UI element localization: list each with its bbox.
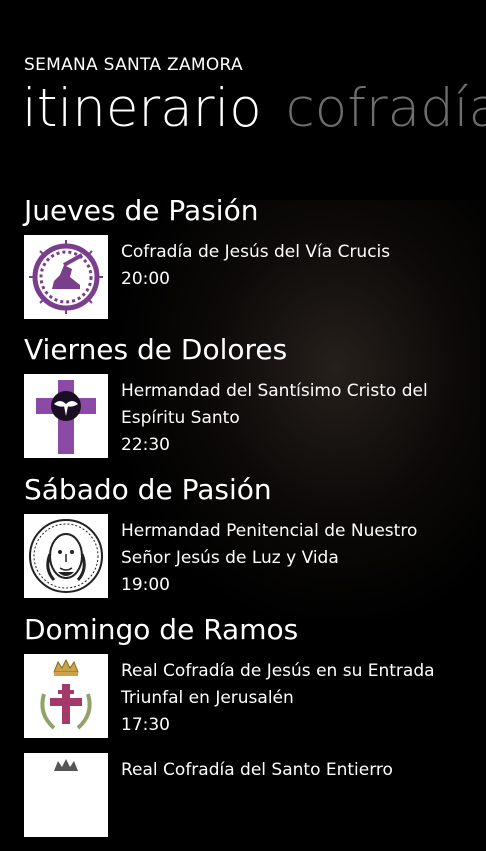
procession-time: 17:30 (121, 715, 170, 735)
cofradia-name: Hermandad del Santísimo Cristo del Espír… (121, 381, 428, 428)
list-item[interactable]: Real Cofradía de Jesús en su Entrada Tri… (24, 654, 486, 739)
itinerary-list: Jueves de Pasión Cofradía de Jesús del V… (24, 188, 486, 851)
christ-face-emblem-icon (24, 514, 108, 598)
cofradia-name: Cofradía de Jesús del Vía Crucis (121, 242, 391, 262)
cofradia-name: Real Cofradía de Jesús en su Entrada Tri… (121, 661, 435, 708)
list-item[interactable]: Cofradía de Jesús del Vía Crucis 20:00 (24, 235, 486, 319)
crown-of-thorns-emblem-icon (24, 235, 108, 319)
cofradia-name: Real Cofradía del Santo Entierro (121, 760, 393, 780)
app-title: SEMANA SANTA ZAMORA (24, 55, 243, 75)
procession-time: 22:30 (121, 435, 170, 455)
cofradia-name: Hermandad Penitencial de Nuestro Señor J… (121, 521, 418, 568)
day-header: Viernes de Dolores (24, 333, 288, 366)
procession-time: 20:00 (121, 269, 170, 289)
pivot-item-itinerario[interactable]: itinerario (22, 78, 262, 139)
purple-cross-dove-emblem-icon (24, 374, 108, 458)
day-header: Domingo de Ramos (24, 613, 299, 646)
procession-time: 19:00 (121, 575, 170, 595)
list-item[interactable]: Hermandad Penitencial de Nuestro Señor J… (24, 514, 486, 599)
pivot-item-cofradia[interactable]: cofradía (286, 78, 486, 139)
pivot-header: itinerario cofradía (22, 78, 486, 139)
list-item[interactable]: Real Cofradía del Santo Entierro (24, 753, 486, 837)
day-header: Jueves de Pasión (24, 194, 259, 227)
list-item[interactable]: Hermandad del Santísimo Cristo del Espír… (24, 374, 486, 459)
royal-crown-cross-emblem-icon (24, 654, 108, 738)
day-header: Sábado de Pasión (24, 473, 272, 506)
santo-entierro-emblem-icon (24, 753, 108, 837)
